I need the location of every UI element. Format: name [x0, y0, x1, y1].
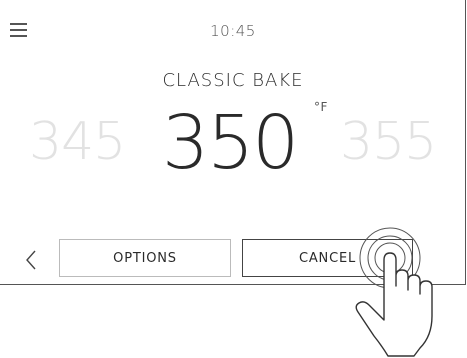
temperature-current-value: 350	[162, 100, 299, 186]
options-button-label: OPTIONS	[113, 250, 177, 266]
cooking-mode-title: CLASSIC BAKE	[162, 70, 304, 91]
temperature-previous-value[interactable]: 345	[29, 112, 126, 172]
temperature-unit: °F	[314, 100, 328, 114]
temperature-selector[interactable]: 345 350 °F 355	[0, 100, 466, 190]
tap-hand-icon	[355, 227, 433, 357]
chevron-left-icon[interactable]	[24, 248, 40, 272]
options-button[interactable]: OPTIONS	[59, 239, 231, 277]
clock-time: 10:45	[210, 22, 256, 40]
temperature-next-value[interactable]: 355	[340, 112, 450, 172]
